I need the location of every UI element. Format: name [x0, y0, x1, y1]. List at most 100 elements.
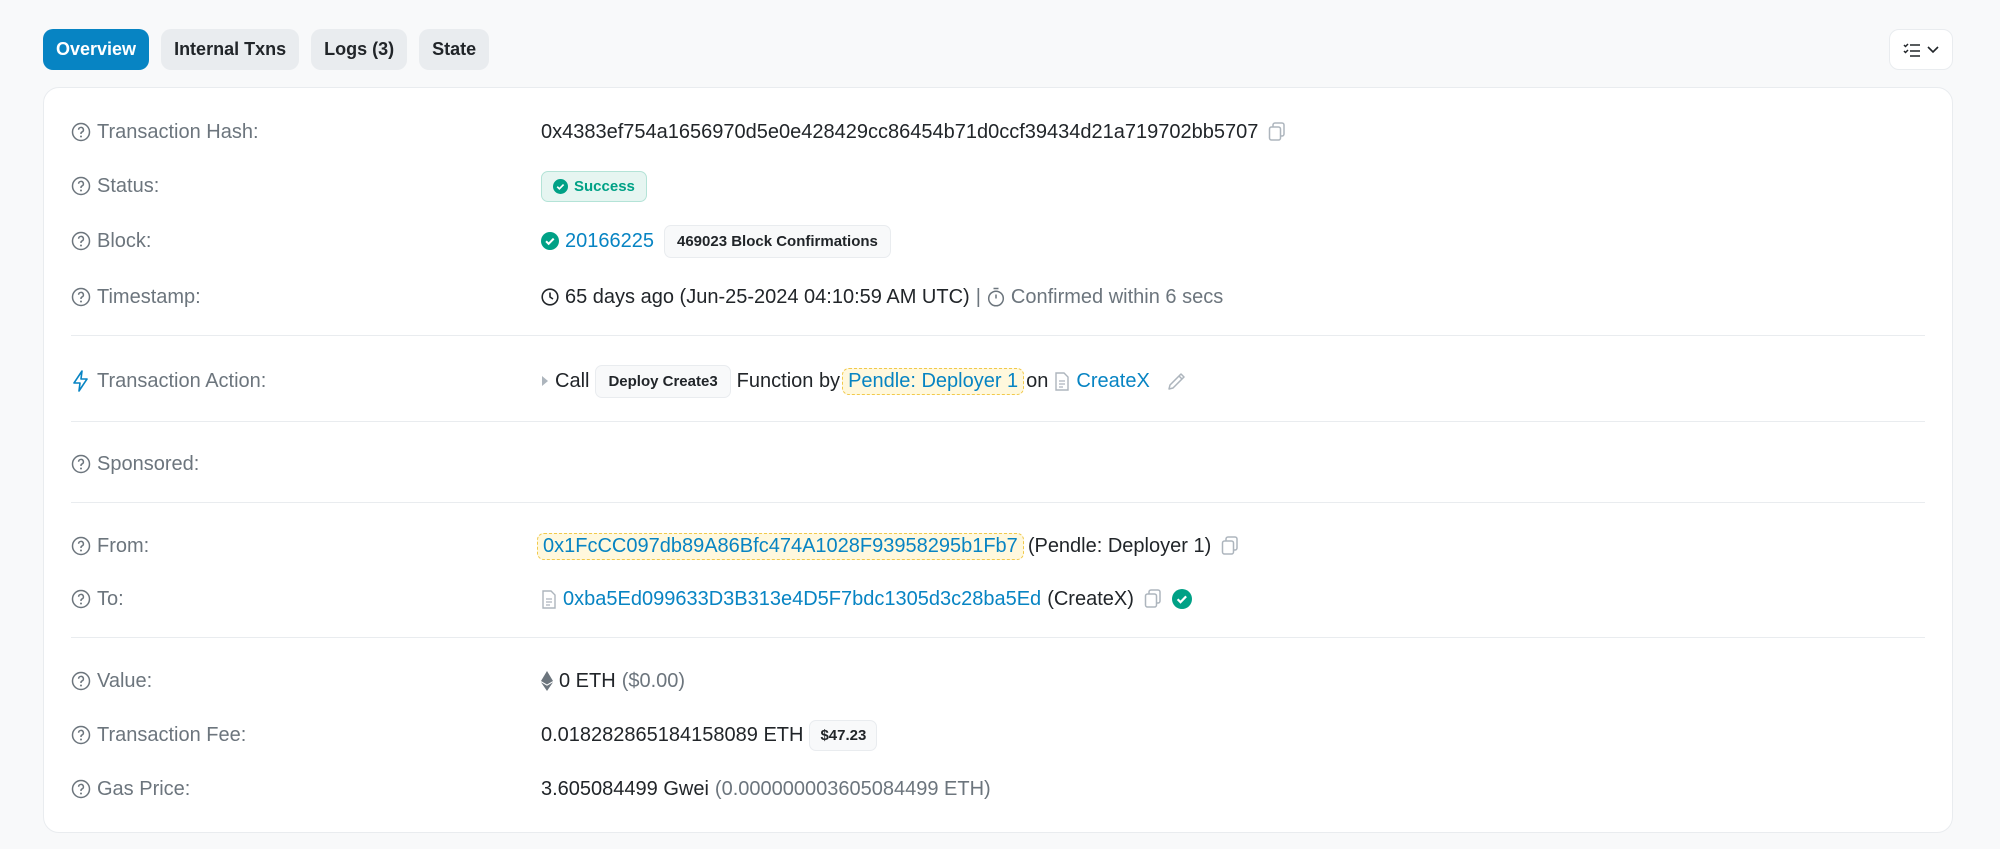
- to-address-link[interactable]: 0xba5Ed099633D3B313e4D5F7bdc1305d3c28ba5…: [563, 588, 1041, 611]
- method-badge: Deploy Create3: [595, 364, 731, 398]
- timestamp-value-wrap: 65 days ago (Jun-25-2024 04:10:59 AM UTC…: [541, 286, 1223, 309]
- from-label: From:: [97, 534, 150, 557]
- block-label: Block:: [97, 229, 152, 252]
- value-label: Value:: [97, 669, 153, 692]
- status-label: Status:: [97, 174, 160, 197]
- clock-icon: [541, 288, 559, 306]
- tx-action-row: Transaction Action: Call Deploy Create3 …: [71, 361, 1925, 401]
- to-label: To:: [97, 587, 124, 610]
- help-circle-icon[interactable]: [71, 231, 91, 251]
- timestamp-label: Timestamp:: [97, 285, 201, 308]
- from-address-link[interactable]: 0x1FcCC097db89A86Bfc474A1028F93958295b1F…: [537, 532, 1024, 560]
- chevron-down-icon: [1927, 45, 1939, 54]
- view-options-button[interactable]: [1889, 29, 1953, 70]
- help-circle-icon[interactable]: [71, 725, 91, 745]
- action-call-text: Call: [555, 369, 590, 392]
- gas-price-eth: (0.000000003605084499 ETH): [714, 777, 991, 800]
- stopwatch-icon: [987, 287, 1005, 307]
- value-value-wrap: 0 ETH ($0.00): [541, 670, 685, 693]
- fee-label: Transaction Fee:: [97, 723, 247, 746]
- gas-price-label: Gas Price:: [97, 777, 191, 800]
- fee-row: Transaction Fee: 0.018282865184158089 ET…: [71, 715, 1925, 755]
- action-on-text: on: [1026, 369, 1049, 392]
- pencil-icon[interactable]: [1166, 371, 1187, 392]
- check-circle-icon: [553, 178, 568, 194]
- tab-state[interactable]: State: [419, 29, 490, 70]
- fee-usd-badge: $47.23: [809, 719, 878, 751]
- list-check-icon: [1903, 42, 1921, 58]
- block-value-wrap: 20166225 469023 Block Confirmations: [541, 224, 891, 258]
- fee-label-wrap: Transaction Fee:: [71, 724, 541, 747]
- help-circle-icon[interactable]: [71, 454, 91, 474]
- sponsored-label-wrap: Sponsored:: [71, 453, 541, 476]
- sponsored-label: Sponsored:: [97, 452, 200, 475]
- from-name: (Pendle: Deployer 1): [1027, 534, 1212, 557]
- tx-hash-label: Transaction Hash:: [97, 120, 259, 143]
- tx-hash-label-wrap: Transaction Hash:: [71, 121, 541, 144]
- divider: [71, 421, 1925, 422]
- copy-icon[interactable]: [1268, 122, 1286, 142]
- tx-hash-value: 0x4383ef754a1656970d5e0e428429cc86454b71…: [541, 120, 1259, 143]
- help-circle-icon[interactable]: [71, 287, 91, 307]
- gas-price-value-wrap: 3.605084499 Gwei (0.000000003605084499 E…: [541, 778, 991, 801]
- help-circle-icon[interactable]: [71, 589, 91, 609]
- caller-link[interactable]: Pendle: Deployer 1: [842, 367, 1025, 395]
- check-circle-icon: [541, 232, 559, 250]
- help-circle-icon[interactable]: [71, 779, 91, 799]
- divider: [71, 502, 1925, 503]
- gas-price-gwei: 3.605084499 Gwei: [541, 777, 709, 800]
- block-confirmations-badge: 469023 Block Confirmations: [663, 224, 891, 258]
- lightning-icon: [71, 370, 91, 392]
- tab-bar: Overview Internal Txns Logs (3) State: [43, 29, 490, 70]
- caret-right-icon[interactable]: [541, 375, 549, 387]
- copy-icon[interactable]: [1221, 536, 1239, 556]
- contract-link[interactable]: CreateX: [1076, 370, 1149, 393]
- value-usd: ($0.00): [621, 669, 686, 692]
- tx-action-label-wrap: Transaction Action:: [71, 370, 541, 393]
- status-badge: Success: [541, 170, 647, 202]
- value-row: Value: 0 ETH ($0.00): [71, 661, 1925, 701]
- tab-logs[interactable]: Logs (3): [311, 29, 408, 70]
- help-circle-icon[interactable]: [71, 536, 91, 556]
- confirmed-within-text: Confirmed within 6 secs: [1010, 285, 1224, 308]
- timestamp-value: 65 days ago (Jun-25-2024 04:10:59 AM UTC…: [565, 285, 970, 308]
- tab-overview[interactable]: Overview: [43, 29, 150, 70]
- help-circle-icon[interactable]: [71, 122, 91, 142]
- block-row: Block: 20166225 469023 Block Confirmatio…: [71, 221, 1925, 261]
- status-value-wrap: Success: [541, 170, 647, 202]
- tx-action-value-wrap: Call Deploy Create3 Function by Pendle: …: [541, 364, 1187, 398]
- ethereum-icon: [541, 671, 553, 691]
- timestamp-label-wrap: Timestamp:: [71, 286, 541, 309]
- gas-price-row: Gas Price: 3.605084499 Gwei (0.000000003…: [71, 769, 1925, 809]
- file-contract-icon: [541, 589, 557, 609]
- from-label-wrap: From:: [71, 535, 541, 558]
- status-row: Status: Success: [71, 166, 1925, 206]
- tx-action-label: Transaction Action:: [97, 369, 267, 392]
- transaction-overview-card: Transaction Hash: 0x4383ef754a1656970d5e…: [43, 87, 1953, 833]
- copy-icon[interactable]: [1144, 589, 1162, 609]
- status-text: Success: [574, 177, 635, 195]
- divider: [71, 335, 1925, 336]
- help-circle-icon[interactable]: [71, 671, 91, 691]
- tx-hash-value-wrap: 0x4383ef754a1656970d5e0e428429cc86454b71…: [541, 121, 1286, 144]
- sponsored-row: Sponsored:: [71, 444, 1925, 484]
- gas-price-label-wrap: Gas Price:: [71, 778, 541, 801]
- to-value-wrap: 0xba5Ed099633D3B313e4D5F7bdc1305d3c28ba5…: [541, 588, 1192, 611]
- to-row: To: 0xba5Ed099633D3B313e4D5F7bdc1305d3c2…: [71, 579, 1925, 619]
- file-contract-icon: [1054, 371, 1070, 391]
- from-row: From: 0x1FcCC097db89A86Bfc474A1028F93958…: [71, 526, 1925, 566]
- from-value-wrap: 0x1FcCC097db89A86Bfc474A1028F93958295b1F…: [537, 532, 1239, 560]
- fee-value-wrap: 0.018282865184158089 ETH $47.23: [541, 719, 878, 751]
- tx-hash-row: Transaction Hash: 0x4383ef754a1656970d5e…: [71, 112, 1925, 152]
- value-label-wrap: Value:: [71, 670, 541, 693]
- timestamp-separator: |: [975, 285, 981, 308]
- to-label-wrap: To:: [71, 588, 541, 611]
- divider: [71, 637, 1925, 638]
- block-label-wrap: Block:: [71, 230, 541, 253]
- block-number-link[interactable]: 20166225: [565, 230, 654, 253]
- fee-amount: 0.018282865184158089 ETH: [541, 723, 804, 746]
- action-function-by-text: Function by: [736, 369, 841, 392]
- tab-internal-txns[interactable]: Internal Txns: [161, 29, 300, 70]
- verified-check-icon: [1171, 589, 1192, 609]
- help-circle-icon[interactable]: [71, 176, 91, 196]
